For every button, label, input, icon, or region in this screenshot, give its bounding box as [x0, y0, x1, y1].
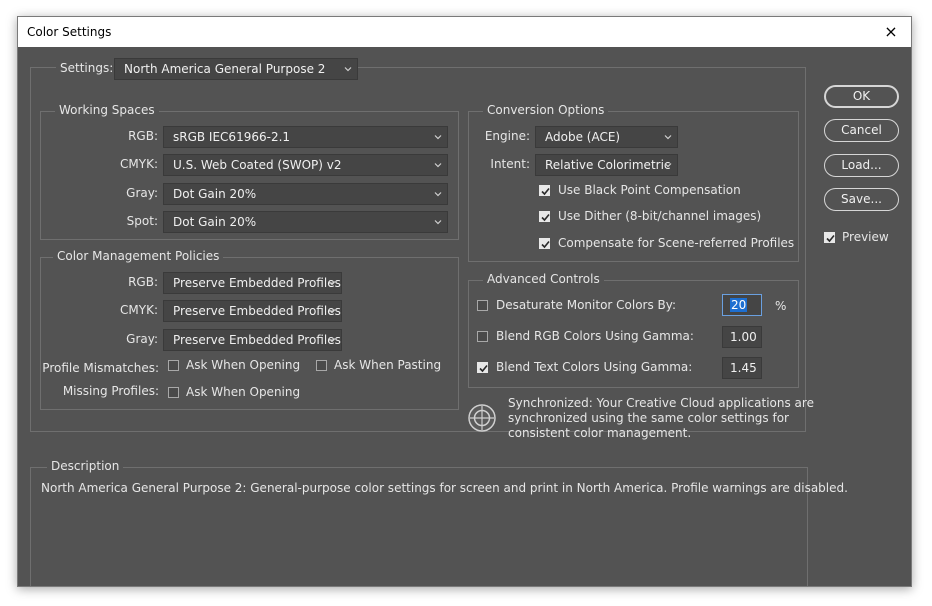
- black-point-label[interactable]: Use Black Point Compensation: [558, 183, 741, 197]
- policy-rgb-value: Preserve Embedded Profiles: [173, 276, 341, 290]
- checkmark-icon: [541, 240, 550, 249]
- working-spaces-legend: Working Spaces: [55, 103, 159, 117]
- ws-spot-dropdown[interactable]: Dot Gain 20%: [163, 211, 448, 233]
- desaturate-input[interactable]: 20: [722, 294, 762, 316]
- chevron-down-icon: [434, 161, 442, 169]
- ws-cmyk-label: CMYK:: [120, 157, 158, 171]
- blend-rgb-value: 1.00: [730, 330, 757, 344]
- blend-rgb-checkbox[interactable]: [477, 331, 488, 342]
- blend-text-input[interactable]: 1.45: [722, 357, 762, 379]
- desaturate-label[interactable]: Desaturate Monitor Colors By:: [496, 298, 676, 312]
- description-text: North America General Purpose 2: General…: [41, 481, 848, 495]
- blend-text-label[interactable]: Blend Text Colors Using Gamma:: [496, 360, 692, 374]
- desaturate-checkbox[interactable]: [477, 300, 488, 311]
- policy-gray-value: Preserve Embedded Profiles: [173, 333, 341, 347]
- ws-spot-value: Dot Gain 20%: [173, 215, 257, 229]
- chevron-down-icon: [664, 133, 672, 141]
- black-point-checkbox[interactable]: [539, 185, 550, 196]
- load-button[interactable]: Load...: [824, 154, 899, 177]
- title-bar: Color Settings ×: [18, 17, 911, 47]
- checkmark-icon: [826, 234, 835, 243]
- engine-label: Engine:: [484, 129, 530, 143]
- close-icon[interactable]: ×: [871, 17, 911, 47]
- ok-button[interactable]: OK: [824, 85, 899, 108]
- ws-cmyk-dropdown[interactable]: U.S. Web Coated (SWOP) v2: [163, 154, 448, 176]
- sync-text-line1: Synchronized: Your Creative Cloud applic…: [508, 396, 814, 410]
- sync-text-line3: consistent color management.: [508, 426, 692, 440]
- chevron-down-icon: [434, 133, 442, 141]
- preview-label[interactable]: Preview: [842, 230, 889, 244]
- window-title: Color Settings: [27, 25, 112, 39]
- policy-rgb-dropdown[interactable]: Preserve Embedded Profiles: [163, 272, 342, 294]
- ws-gray-dropdown[interactable]: Dot Gain 20%: [163, 183, 448, 205]
- chevron-down-icon: [344, 65, 352, 73]
- blend-rgb-input[interactable]: 1.00: [722, 326, 762, 348]
- ask-when-opening-checkbox[interactable]: [168, 360, 179, 371]
- policies-legend: Color Management Policies: [53, 249, 224, 263]
- sync-target-icon: [467, 403, 497, 433]
- intent-label: Intent:: [490, 157, 530, 171]
- settings-dropdown[interactable]: North America General Purpose 2: [114, 58, 358, 80]
- dialog-body: Settings: North America General Purpose …: [18, 47, 911, 586]
- desaturate-unit: %: [775, 299, 787, 313]
- desaturate-value: 20: [730, 298, 748, 312]
- save-button[interactable]: Save...: [824, 188, 899, 211]
- engine-value: Adobe (ACE): [545, 130, 621, 144]
- profile-mismatches-label: Profile Mismatches:: [42, 361, 159, 375]
- ask-when-opening-label[interactable]: Ask When Opening: [186, 358, 300, 372]
- blend-text-checkbox[interactable]: [477, 362, 488, 373]
- ws-rgb-value: sRGB IEC61966-2.1: [173, 130, 291, 144]
- ws-gray-value: Dot Gain 20%: [173, 187, 257, 201]
- chevron-down-icon: [328, 307, 336, 315]
- advanced-legend: Advanced Controls: [483, 272, 604, 286]
- checkmark-icon: [479, 364, 488, 373]
- preview-checkbox[interactable]: [824, 232, 835, 243]
- missing-ask-when-opening-checkbox[interactable]: [168, 387, 179, 398]
- policy-gray-dropdown[interactable]: Preserve Embedded Profiles: [163, 329, 342, 351]
- settings-label: Settings:: [60, 61, 114, 75]
- description-legend: Description: [47, 459, 124, 473]
- policy-cmyk-value: Preserve Embedded Profiles: [173, 304, 341, 318]
- policy-rgb-label: RGB:: [128, 275, 158, 289]
- dither-label[interactable]: Use Dither (8-bit/channel images): [558, 209, 761, 223]
- ws-gray-label: Gray:: [126, 186, 158, 200]
- scene-referred-label[interactable]: Compensate for Scene-referred Profiles: [558, 236, 794, 250]
- checkmark-icon: [541, 213, 550, 222]
- chevron-down-icon: [328, 336, 336, 344]
- ws-spot-label: Spot:: [126, 214, 158, 228]
- scene-referred-checkbox[interactable]: [539, 238, 550, 249]
- chevron-down-icon: [328, 279, 336, 287]
- conversion-legend: Conversion Options: [483, 103, 609, 117]
- ws-rgb-dropdown[interactable]: sRGB IEC61966-2.1: [163, 126, 448, 148]
- blend-text-value: 1.45: [730, 361, 757, 375]
- ask-when-pasting-label[interactable]: Ask When Pasting: [334, 358, 441, 372]
- checkmark-icon: [541, 187, 550, 196]
- chevron-down-icon: [434, 190, 442, 198]
- ws-cmyk-value: U.S. Web Coated (SWOP) v2: [173, 158, 342, 172]
- chevron-down-icon: [434, 218, 442, 226]
- missing-profiles-label: Missing Profiles:: [62, 384, 159, 398]
- ws-rgb-label: RGB:: [128, 129, 158, 143]
- blend-rgb-label[interactable]: Blend RGB Colors Using Gamma:: [496, 329, 694, 343]
- cancel-button[interactable]: Cancel: [824, 119, 899, 142]
- intent-value: Relative Colorimetric: [545, 158, 671, 172]
- color-settings-dialog: Color Settings × Settings: North America…: [17, 16, 912, 587]
- engine-dropdown[interactable]: Adobe (ACE): [535, 126, 678, 148]
- intent-dropdown[interactable]: Relative Colorimetric: [535, 154, 678, 176]
- settings-value: North America General Purpose 2: [124, 62, 326, 76]
- policy-cmyk-dropdown[interactable]: Preserve Embedded Profiles: [163, 300, 342, 322]
- chevron-down-icon: [664, 161, 672, 169]
- missing-ask-when-opening-label[interactable]: Ask When Opening: [186, 385, 300, 399]
- sync-text-line2: synchronized using the same color settin…: [508, 411, 789, 425]
- ask-when-pasting-checkbox[interactable]: [316, 360, 327, 371]
- policy-gray-label: Gray:: [126, 332, 158, 346]
- policy-cmyk-label: CMYK:: [120, 303, 158, 317]
- dither-checkbox[interactable]: [539, 211, 550, 222]
